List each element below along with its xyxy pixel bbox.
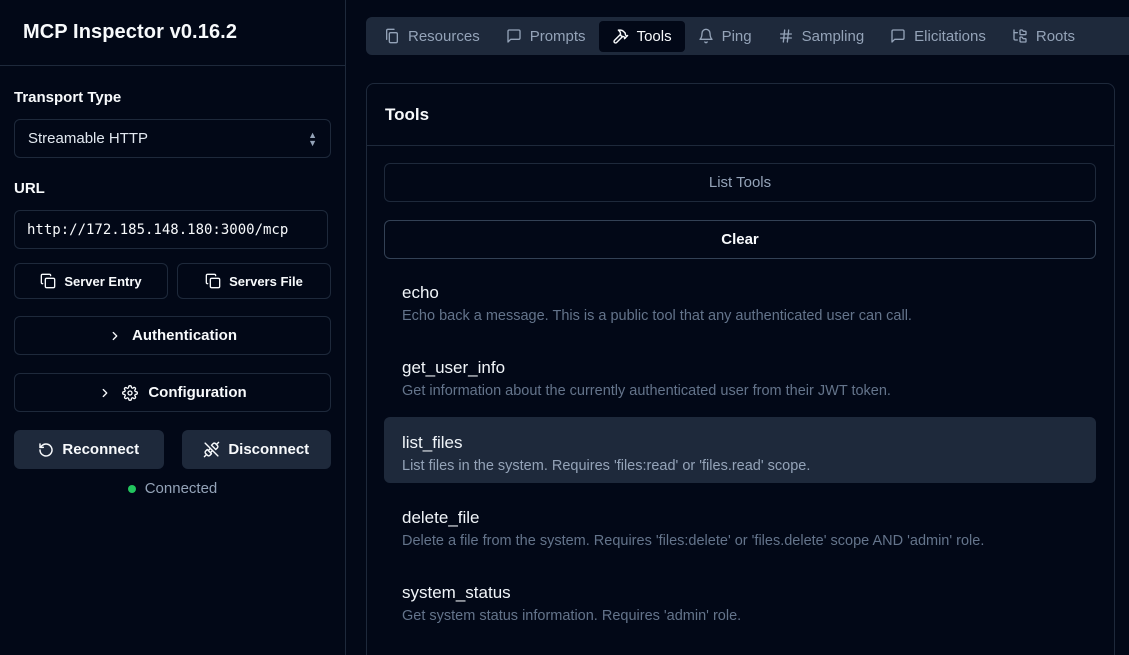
url-input[interactable] xyxy=(14,210,328,249)
chevrons-up-down-icon: ▲ ▼ xyxy=(308,129,317,148)
tool-description: List files in the system. Requires 'file… xyxy=(402,458,811,474)
transport-type-value: Streamable HTTP xyxy=(28,130,149,147)
sidebar: MCP Inspector v0.16.2 Transport Type Str… xyxy=(0,0,346,655)
clear-button[interactable]: Clear xyxy=(384,220,1096,259)
files-icon xyxy=(386,28,398,44)
hammer-icon xyxy=(612,28,628,44)
disconnect-button[interactable]: Disconnect xyxy=(181,430,331,469)
chevron-right-icon xyxy=(112,331,118,340)
copy-icon xyxy=(40,273,56,289)
tab-label: Elicitations xyxy=(914,27,986,45)
list-tools-button[interactable]: List Tools xyxy=(384,163,1096,202)
tool-description: Get system status information. Requires … xyxy=(402,608,742,624)
gear-icon xyxy=(122,384,139,401)
servers-file-button[interactable]: Servers File xyxy=(177,263,331,299)
app-title: MCP Inspector v0.16.2 xyxy=(23,21,238,43)
rotate-ccw-icon xyxy=(39,442,54,457)
tab-ping[interactable]: Ping xyxy=(685,21,765,52)
bell-icon xyxy=(698,28,713,44)
tab-label: Roots xyxy=(1035,27,1076,45)
tab-tools[interactable]: Tools xyxy=(598,20,685,52)
tool-item-system-status[interactable]: system_status Get system status informat… xyxy=(384,567,1096,633)
tab-elicitations[interactable]: Elicitations xyxy=(877,21,999,52)
tool-name: list_files xyxy=(402,433,463,452)
status-dot-icon xyxy=(127,484,136,493)
chevron-right-icon xyxy=(102,388,108,397)
tool-item-echo[interactable]: echo Echo back a message. This is a publ… xyxy=(384,267,1096,333)
tool-name: echo xyxy=(402,283,439,302)
main-content: Resources Prompts Tools Ping Sampling El… xyxy=(347,0,1129,655)
connection-status: Connected xyxy=(14,480,331,497)
url-label: URL xyxy=(14,180,45,197)
tool-item-delete-file[interactable]: delete_file Delete a file from the syste… xyxy=(384,492,1096,558)
disconnect-label: Disconnect xyxy=(228,441,310,458)
tab-prompts[interactable]: Prompts xyxy=(493,21,599,52)
tool-item-get-user-info[interactable]: get_user_info Get information about the … xyxy=(384,342,1096,408)
unplug-icon xyxy=(204,441,220,458)
message-square-icon xyxy=(891,29,905,43)
authentication-label: Authentication xyxy=(132,327,237,344)
tool-list: echo Echo back a message. This is a publ… xyxy=(384,267,1096,633)
copy-icon xyxy=(205,273,221,289)
configuration-label: Configuration xyxy=(148,384,247,401)
reconnect-button[interactable]: Reconnect xyxy=(14,430,164,469)
tools-panel: Tools List Tools Clear echo Echo back a … xyxy=(366,83,1115,655)
configuration-toggle[interactable]: Configuration xyxy=(14,373,331,412)
tab-sampling[interactable]: Sampling xyxy=(765,21,878,52)
tool-item-list-files[interactable]: list_files List files in the system. Req… xyxy=(384,417,1096,483)
tool-description: Delete a file from the system. Requires … xyxy=(402,533,985,549)
tab-label: Resources xyxy=(408,27,480,45)
mcp-inspector-app: MCP Inspector v0.16.2 Transport Type Str… xyxy=(0,0,1129,655)
tab-bar: Resources Prompts Tools Ping Sampling El… xyxy=(366,17,1129,55)
message-square-icon xyxy=(507,29,521,43)
transport-type-label: Transport Type xyxy=(14,89,122,106)
tool-description: Get information about the currently auth… xyxy=(402,383,891,399)
transport-type-select[interactable]: Streamable HTTP ▲ ▼ xyxy=(14,119,331,158)
tool-name: delete_file xyxy=(402,508,480,527)
sidebar-header: MCP Inspector v0.16.2 xyxy=(0,0,345,66)
folder-tree-icon xyxy=(1013,29,1027,43)
authentication-toggle[interactable]: Authentication xyxy=(14,316,331,355)
tab-label: Tools xyxy=(636,27,672,45)
servers-file-label: Servers File xyxy=(229,273,303,289)
reconnect-label: Reconnect xyxy=(62,441,140,458)
hash-icon xyxy=(779,29,792,43)
tools-panel-title: Tools xyxy=(385,104,430,124)
server-entry-label: Server Entry xyxy=(64,273,142,289)
tab-label: Prompts xyxy=(529,27,586,45)
tool-description: Echo back a message. This is a public to… xyxy=(402,308,912,324)
status-text: Connected xyxy=(144,480,218,497)
tab-label: Ping xyxy=(721,27,752,45)
tab-resources[interactable]: Resources xyxy=(371,21,493,52)
tools-panel-header: Tools xyxy=(367,84,1114,146)
server-entry-button[interactable]: Server Entry xyxy=(14,263,168,299)
tab-label: Sampling xyxy=(801,27,865,45)
tool-name: get_user_info xyxy=(402,358,506,377)
tab-roots[interactable]: Roots xyxy=(999,21,1088,52)
tool-name: system_status xyxy=(402,583,511,602)
